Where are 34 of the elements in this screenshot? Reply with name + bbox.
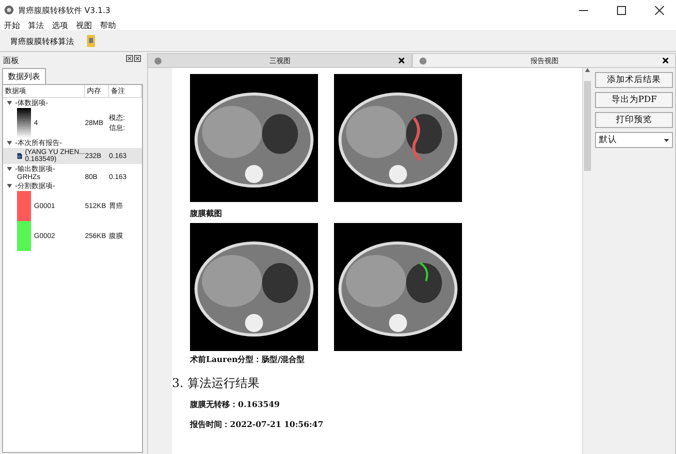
report-time: 报告时间：2022-07-21 10:56:47 xyxy=(190,419,324,430)
expand-arrow-icon[interactable] xyxy=(7,167,12,171)
lauren-classification: 术前Lauren分型：肠型/混合型 xyxy=(190,354,306,365)
menu-item[interactable]: 开始 xyxy=(4,20,20,30)
expand-arrow-icon[interactable] xyxy=(7,184,12,188)
app-logo-icon xyxy=(4,5,14,15)
restore-icon[interactable] xyxy=(126,55,133,62)
menu-item[interactable]: 选项 xyxy=(52,20,68,30)
scrollbar[interactable] xyxy=(582,68,592,454)
close-icon[interactable] xyxy=(398,57,404,64)
document-icon[interactable] xyxy=(86,35,96,47)
panel-tab[interactable]: 数据列表 xyxy=(2,68,46,84)
menu-item[interactable]: 视图 xyxy=(76,20,92,30)
template-dropdown[interactable]: 默认 xyxy=(595,132,673,148)
action-button[interactable]: 导出为PDF xyxy=(595,92,673,108)
result-text: 腹膜无转移：0.163549 xyxy=(190,399,281,410)
menu-item[interactable]: 算法 xyxy=(28,20,44,30)
close-icon[interactable] xyxy=(662,57,669,64)
expand-arrow-icon[interactable] xyxy=(7,141,12,145)
action-button[interactable]: 打印预览 xyxy=(595,112,673,128)
panel-title: 面板 xyxy=(3,55,19,66)
menu-item[interactable]: 帮助 xyxy=(100,20,116,30)
dropdown-arrow-icon xyxy=(664,138,669,142)
section-caption: 腹膜截图 xyxy=(190,208,223,219)
toolbar-button[interactable]: 胃癌腹膜转移算法 xyxy=(8,34,76,48)
grayscale-swatch xyxy=(17,108,31,138)
section-heading: 3. 算法运行结果 xyxy=(172,375,260,392)
scroll-up-arrow-icon[interactable] xyxy=(585,68,590,72)
close-icon xyxy=(654,6,664,14)
scrollbar-thumb[interactable] xyxy=(584,81,591,171)
maximize-icon xyxy=(616,6,626,14)
window-title: 胃癌腹膜转移软件 V3.1.3 xyxy=(18,4,112,16)
expand-arrow-icon[interactable] xyxy=(7,101,12,105)
action-button[interactable]: 添加术后结果 xyxy=(595,72,673,88)
